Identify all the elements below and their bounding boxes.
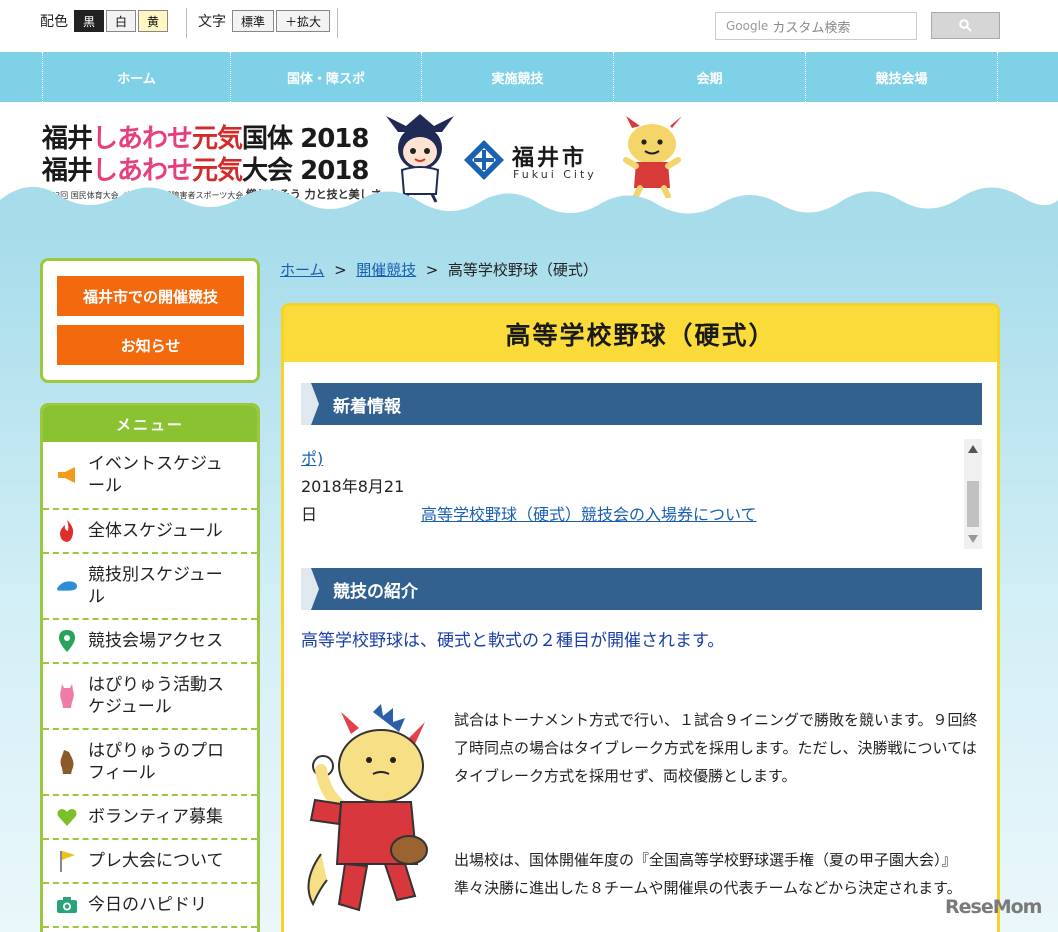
news-link-partial[interactable]: ポ)	[301, 445, 323, 469]
camera-icon	[56, 894, 78, 916]
search-placeholder: カスタム検索	[772, 20, 851, 36]
scroll-thumb[interactable]	[967, 481, 979, 527]
sidebar-item-venue-access[interactable]: 競技会場アクセス	[43, 620, 257, 664]
search-icon	[959, 19, 972, 32]
news-section-heading: 新着情報	[301, 383, 982, 425]
nav-events[interactable]: 実施競技	[421, 52, 613, 102]
search-input[interactable]: Google カスタム検索	[715, 12, 917, 40]
color-black-button[interactable]: 黒	[74, 10, 105, 32]
watermark-logo: ReseMom	[945, 896, 1042, 918]
news-button[interactable]: お知らせ	[57, 325, 244, 365]
shoe-icon	[56, 575, 78, 597]
description-paragraph-1: 試合はトーナメント方式で行い、１試合９イニングで勝敗を競います。９回終了時同点の…	[454, 711, 978, 785]
color-scheme-label: 配色	[40, 14, 68, 30]
global-nav: ホーム 国体・障スポ 実施競技 会期 競技会場	[0, 52, 1058, 102]
sidebar-item-happiryu-schedule[interactable]: はぴりゅう活動ス ケジュール	[43, 664, 257, 730]
breadcrumb-separator: >	[334, 261, 347, 279]
nav-venues[interactable]: 競技会場	[805, 52, 998, 102]
sidebar-item-overall-schedule[interactable]: 全体スケジュール	[43, 510, 257, 554]
sidebar-item-event-schedule[interactable]: イベントスケジュ ール	[43, 442, 257, 510]
text-standard-button[interactable]: 標準	[232, 10, 275, 32]
nav-kokutai[interactable]: 国体・障スポ	[230, 52, 421, 102]
intro-section-heading: 競技の紹介	[301, 568, 982, 610]
menu-title: メニュー	[43, 406, 257, 442]
header-banner: 福井しあわせ元気国体 2018 福井しあわせ元気大会 2018 第73回 国民体…	[0, 102, 1058, 230]
sidebar-item-today-photo[interactable]: 今日のハピドリ	[43, 884, 257, 928]
heart-icon	[56, 806, 78, 828]
page-title: 高等学校野球（硬式）	[505, 321, 776, 350]
text-size-group: 文字 標準 ＋拡大	[198, 10, 332, 32]
search-button[interactable]	[931, 12, 1000, 39]
news-date: 2018年8月21 日	[301, 477, 405, 524]
news-scrollbar[interactable]	[964, 439, 982, 549]
map-pin-icon	[56, 630, 78, 652]
breadcrumb-current: 高等学校野球（硬式）	[447, 261, 598, 279]
intro-lead-text: 高等学校野球は、硬式と軟式の２種目が開催されます。	[301, 631, 725, 651]
title-band: 高等学校野球（硬式）	[284, 306, 997, 362]
cloud-wave-decoration	[0, 186, 1058, 230]
mascot-brown-icon	[56, 750, 78, 774]
main-content: 高等学校野球（硬式） 新着情報 ポ) 2018年8月21 日 高等学校野球（硬式）…	[281, 303, 1000, 932]
news-list: ポ) 2018年8月21 日 高等学校野球（硬式）競技会の入場券について	[301, 439, 982, 549]
hosted-events-button[interactable]: 福井市での開催競技	[57, 276, 244, 316]
sidebar-featured: 福井市での開催競技 お知らせ	[40, 258, 260, 383]
sidebar-item-event-by-sport[interactable]: 競技別スケジュール	[43, 554, 257, 620]
breadcrumb-home-link[interactable]: ホーム	[280, 261, 325, 279]
color-scheme-group: 配色 黒 白 黄	[40, 10, 170, 32]
divider	[186, 8, 187, 38]
breadcrumb-parent-link[interactable]: 開催競技	[356, 261, 416, 279]
color-yellow-button[interactable]: 黄	[138, 10, 169, 32]
nav-schedule[interactable]: 会期	[613, 52, 805, 102]
divider	[337, 8, 338, 38]
flag-icon	[56, 850, 78, 872]
text-enlarge-button[interactable]: ＋拡大	[276, 10, 331, 32]
heading-arrow-decoration	[301, 568, 319, 610]
sidebar-item-happiryu-profile[interactable]: はぴりゅうのプロ フィール	[43, 730, 257, 796]
news-link-tickets[interactable]: 高等学校野球（硬式）競技会の入場券について	[421, 501, 757, 525]
text-size-label: 文字	[198, 14, 226, 30]
breadcrumb-separator: >	[425, 261, 439, 279]
heading-arrow-decoration	[301, 383, 319, 425]
scroll-up-arrow-icon[interactable]	[968, 445, 978, 453]
mascot-pink-icon	[56, 684, 78, 708]
utility-bar: 配色 黒 白 黄 文字 標準 ＋拡大 Google カスタム検索	[0, 0, 1058, 52]
sidebar-item-volunteer[interactable]: ボランティア募集	[43, 796, 257, 840]
search-brand: Google	[726, 19, 769, 33]
megaphone-icon	[56, 464, 78, 486]
description-paragraph-2: 出場校は、国体開催年度の『全国高等学校野球選手権（夏の甲子園大会）』準々決勝に進…	[454, 851, 962, 897]
nav-home[interactable]: ホーム	[42, 52, 230, 102]
flame-icon	[56, 520, 78, 542]
breadcrumb: ホーム > 開催競技 > 高等学校野球（硬式）	[280, 259, 598, 280]
scroll-down-arrow-icon[interactable]	[968, 535, 978, 543]
sidebar-menu: メニュー イベントスケジュ ール 全体スケジュール 競技別スケジュール 競技会場ア…	[40, 403, 260, 932]
color-white-button[interactable]: 白	[106, 10, 137, 32]
mascot-baseball-illustration	[307, 704, 428, 912]
sidebar-item-pre-event[interactable]: プレ大会について	[43, 840, 257, 884]
